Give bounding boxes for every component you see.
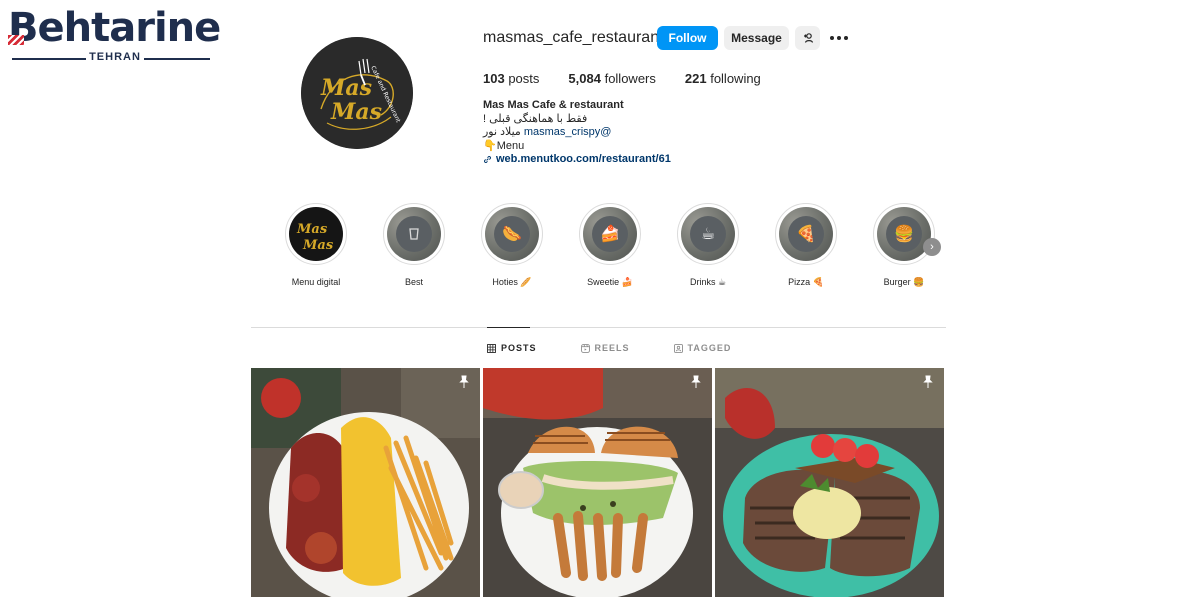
bio-name: Mas Mas Cafe & restaurant [483,99,624,111]
coffee-icon: ☕ [690,216,726,252]
post-image [483,368,712,597]
svg-text:Mas: Mas [330,99,382,125]
highlight-menu-digital[interactable]: Mas Mas Menu digital [276,203,356,287]
brand-logo-text: Behtarine [8,5,221,51]
followers-stat[interactable]: 5,084 followers [568,71,655,86]
reels-icon [580,343,590,353]
bio-mention-link[interactable]: masmas_crispy@ [524,126,612,138]
profile-tabs: POSTS REELS TAGGED [487,343,731,353]
pinned-icon [459,375,469,388]
follow-button[interactable]: Follow [657,26,718,50]
cup-icon [396,216,432,252]
svg-text:Mas: Mas [296,222,328,237]
post-thumbnail[interactable] [251,368,480,597]
tab-reels[interactable]: REELS [580,343,630,353]
svg-text:Mas: Mas [320,75,372,101]
tab-posts[interactable]: POSTS [487,343,537,353]
highlight-label: Best [404,277,423,287]
highlight-label: Burger 🍔 [883,277,925,287]
active-tab-indicator [487,327,530,328]
more-options-icon[interactable] [829,28,849,48]
highlight-drinks[interactable]: ☕ Drinks ☕ [668,203,748,288]
profile-stats: 103 posts 5,084 followers 221 following [483,71,761,86]
bio-line-3: 👇Menu [483,139,525,152]
message-button[interactable]: Message [724,26,789,50]
highlight-best[interactable]: Best [374,203,454,287]
highlight-sweetie[interactable]: 🍰 Sweetie 🍰 [570,203,650,288]
post-thumbnail[interactable] [483,368,712,597]
add-user-icon [803,33,813,43]
hotdog-icon: 🌭 [494,216,530,252]
highlight-label: Drinks ☕ [689,277,727,287]
chevron-right-icon[interactable]: › [923,238,941,256]
pinned-icon [923,375,933,388]
profile-bio: Mas Mas Cafe & restaurant فقط با هماهنگی… [483,99,671,167]
bio-line-1: فقط با هماهنگی قبلی ! [483,112,588,125]
profile-username: masmas_cafe_restaurant [483,29,664,46]
story-highlights: Mas Mas Menu digital Best 🌭 Hoties 🥖 🍰 Sw… [276,203,956,293]
tagged-icon [673,343,683,353]
brand-watermark: Behtarine TEHRAN [8,6,221,63]
post-image [715,368,944,597]
highlight-pizza[interactable]: 🍕 Pizza 🍕 [766,203,846,288]
grid-icon [487,343,496,353]
burger-icon: 🍔 [886,216,922,252]
cake-icon: 🍰 [592,216,628,252]
highlight-label: Pizza 🍕 [788,277,824,287]
brand-city: TEHRAN [89,51,141,63]
tab-tagged[interactable]: TAGGED [673,343,732,353]
highlight-hoties[interactable]: 🌭 Hoties 🥖 [472,203,552,288]
pinned-icon [691,375,701,388]
suggest-users-button[interactable] [795,26,820,50]
highlight-label: Sweetie 🍰 [587,277,633,287]
following-stat[interactable]: 221 following [685,71,761,86]
post-thumbnail[interactable] [715,368,944,597]
post-image [251,368,480,597]
bio-website-link[interactable]: web.menutkoo.com/restaurant/61 [483,153,671,167]
link-icon [484,156,491,164]
posts-stat[interactable]: 103 posts [483,71,539,86]
highlight-label: Menu digital [291,277,341,287]
bio-line-2: میلاد نور masmas_crispy@ [483,126,612,138]
profile-avatar[interactable]: Mas Mas Cafe and Restaurant [301,37,413,149]
highlight-label: Hoties 🥖 [492,277,532,287]
tabs-divider [251,327,946,328]
pizza-icon: 🍕 [788,216,824,252]
svg-text:Mas: Mas [302,238,334,253]
